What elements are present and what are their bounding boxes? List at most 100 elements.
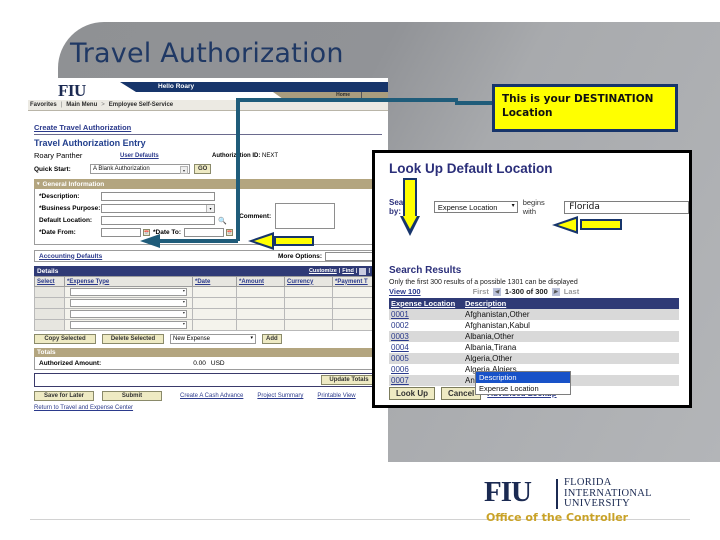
date-cell[interactable] — [192, 319, 237, 331]
date-row: *Date From: 📅 *Date To: 📅 — [39, 228, 234, 237]
amount-cell[interactable] — [236, 297, 285, 309]
column-amount[interactable]: *Amount — [236, 276, 285, 287]
breadcrumb-item-main-menu[interactable]: Main Menu — [66, 102, 97, 108]
table-row[interactable]: 0005 Algeria,Other — [389, 353, 679, 364]
search-icon[interactable]: 🔍 — [218, 217, 227, 225]
table-row[interactable]: 0002 Afghanistan,Kabul — [389, 320, 679, 331]
travel-authorization-entry-title: Travel Authorization Entry — [34, 138, 146, 148]
return-to-travel-center-link[interactable]: Return to Travel and Expense Center — [34, 405, 382, 411]
expense-type-cell[interactable] — [64, 286, 193, 298]
go-button[interactable]: GO — [194, 164, 212, 174]
expense-type-cell[interactable] — [64, 297, 193, 309]
add-button[interactable]: Add — [262, 334, 282, 344]
dropdown-option-description[interactable]: Description — [476, 372, 570, 383]
table-row[interactable]: 0003 Albania,Other — [389, 331, 679, 342]
printable-view-link[interactable]: Printable View — [317, 393, 355, 399]
view-100-link[interactable]: View 100 — [389, 287, 421, 296]
create-cash-advance-link[interactable]: Create A Cash Advance — [180, 393, 243, 399]
column-select[interactable]: Select — [34, 276, 65, 287]
date-cell[interactable] — [192, 297, 237, 309]
default-location-row: Default Location: 🔍 — [39, 216, 233, 225]
currency-cell[interactable] — [284, 319, 333, 331]
date-to-input[interactable] — [184, 228, 225, 237]
date-cell[interactable] — [192, 308, 237, 320]
result-code[interactable]: 0007 — [389, 375, 463, 386]
general-information-section-header[interactable]: ▾ General Information — [34, 179, 382, 189]
quick-start-select[interactable]: A Blank Authorization ▾ — [90, 164, 190, 174]
expense-type-select[interactable] — [70, 288, 187, 296]
column-description[interactable]: Description — [463, 298, 679, 309]
delete-selected-button[interactable]: Delete Selected — [102, 334, 164, 344]
result-code[interactable]: 0002 — [389, 320, 463, 331]
default-location-input[interactable] — [101, 216, 215, 225]
submit-button[interactable]: Submit — [102, 391, 162, 401]
save-for-later-button[interactable]: Save for Later — [34, 391, 94, 401]
result-code[interactable]: 0005 — [389, 353, 463, 364]
expense-type-select[interactable] — [70, 310, 187, 318]
table-row[interactable]: 0001 Afghanistan,Other — [389, 309, 679, 320]
business-purpose-select[interactable]: ▾ — [101, 204, 215, 213]
amount-cell[interactable] — [236, 319, 285, 331]
result-code[interactable]: 0004 — [389, 342, 463, 353]
result-code[interactable]: 0001 — [389, 309, 463, 320]
currency-cell[interactable] — [284, 297, 333, 309]
export-spreadsheet-icon[interactable] — [359, 267, 367, 275]
collapse-triangle-icon: ▾ — [37, 181, 40, 187]
pager-last-label[interactable]: Last — [564, 287, 579, 296]
project-summary-link[interactable]: Project Summary — [257, 393, 303, 399]
description-input[interactable] — [101, 192, 215, 201]
table-row[interactable]: 0004 Albania,Tirana — [389, 342, 679, 353]
currency-cell[interactable] — [284, 308, 333, 320]
update-totals-button[interactable]: Update Totals — [321, 375, 377, 385]
search-by-select[interactable]: Expense Location ▾ — [433, 201, 518, 213]
more-options-input[interactable] — [325, 251, 377, 261]
comment-textarea[interactable] — [275, 203, 336, 229]
expense-type-select[interactable] — [70, 299, 187, 307]
connector-arrowhead — [140, 234, 160, 248]
breadcrumb-separator-1: | — [60, 102, 63, 108]
row-select-cell[interactable] — [34, 319, 65, 331]
more-options-group: More Options: — [278, 251, 377, 261]
chevron-right-icon[interactable]: ▶ — [551, 287, 560, 296]
new-expense-select[interactable]: New Expense — [170, 334, 256, 344]
dropdown-option-expense-location[interactable]: Expense Location — [476, 383, 570, 394]
row-select-cell[interactable] — [34, 308, 65, 320]
arrow-shaft — [274, 236, 314, 246]
table-row[interactable] — [34, 297, 382, 309]
details-table: Select *Expense Type *Date *Amount Curre… — [34, 276, 382, 331]
chevron-left-icon[interactable]: ◀ — [492, 287, 501, 296]
date-from-input[interactable] — [101, 228, 141, 237]
breadcrumb-item-employee-self-service[interactable]: Employee Self-Service — [109, 102, 173, 108]
result-code[interactable]: 0003 — [389, 331, 463, 342]
user-defaults-link[interactable]: User Defaults — [120, 153, 212, 159]
breadcrumb-item-favorites[interactable]: Favorites — [30, 102, 57, 108]
table-row[interactable] — [34, 286, 382, 298]
row-select-cell[interactable] — [34, 286, 65, 298]
table-row[interactable] — [34, 319, 382, 331]
look-up-button[interactable]: Look Up — [389, 387, 435, 400]
expense-type-cell[interactable] — [64, 319, 193, 331]
column-date[interactable]: *Date — [192, 276, 237, 287]
copy-selected-button[interactable]: Copy Selected — [34, 334, 96, 344]
currency-cell[interactable] — [284, 286, 333, 298]
search-by-dropdown-list[interactable]: Description Expense Location — [475, 371, 571, 395]
expense-type-select[interactable] — [70, 321, 187, 329]
pager-first-label[interactable]: First — [473, 287, 489, 296]
create-travel-authorization-link[interactable]: Create Travel Authorization — [34, 123, 382, 135]
amount-cell[interactable] — [236, 308, 285, 320]
search-value-input[interactable]: Florida — [564, 200, 689, 214]
accounting-defaults-link[interactable]: Accounting Defaults — [39, 253, 102, 260]
column-expense-type[interactable]: *Expense Type — [64, 276, 193, 287]
find-link[interactable]: Find — [342, 268, 354, 274]
customize-link[interactable]: Customize — [309, 268, 337, 274]
calendar-icon[interactable]: 📅 — [226, 229, 234, 236]
result-code[interactable]: 0006 — [389, 364, 463, 375]
column-currency[interactable]: Currency — [284, 276, 333, 287]
column-expense-location[interactable]: Expense Location — [389, 298, 463, 309]
totals-panel: Authorized Amount: 0.00 USD — [34, 357, 382, 370]
table-row[interactable] — [34, 308, 382, 320]
amount-cell[interactable] — [236, 286, 285, 298]
date-cell[interactable] — [192, 286, 237, 298]
expense-type-cell[interactable] — [64, 308, 193, 320]
row-select-cell[interactable] — [34, 297, 65, 309]
